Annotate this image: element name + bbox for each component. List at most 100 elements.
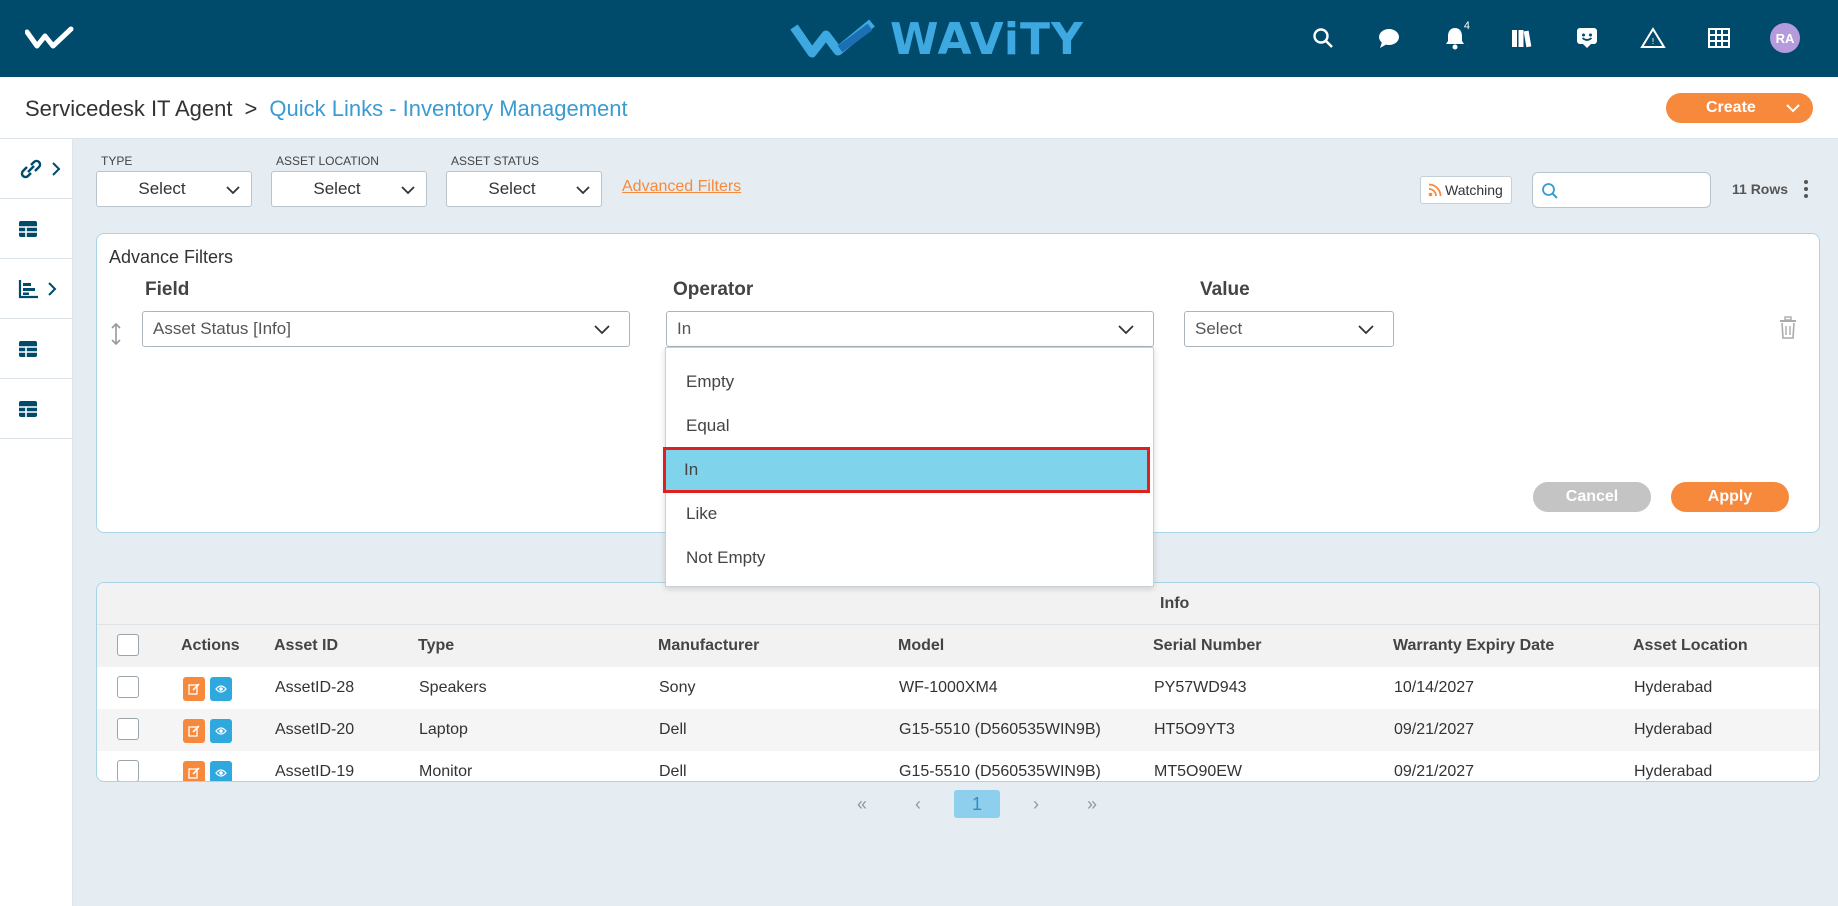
column-header-warranty-expiry[interactable]: Warranty Expiry Date: [1393, 637, 1554, 655]
more-options-icon[interactable]: [1803, 178, 1809, 200]
operator-select-value: In: [677, 319, 692, 338]
svg-text:!: !: [1651, 37, 1654, 46]
feedback-icon[interactable]: [1554, 18, 1620, 58]
row-checkbox[interactable]: [117, 760, 139, 781]
row-checkbox[interactable]: [117, 718, 139, 740]
info-group-label: Info: [1160, 595, 1190, 612]
create-button-label: Create: [1706, 99, 1756, 116]
previous-page-button[interactable]: ‹: [890, 790, 946, 818]
operator-header: Operator: [673, 279, 754, 300]
next-page-button[interactable]: ›: [1008, 790, 1064, 818]
column-header-asset-id[interactable]: Asset ID: [274, 637, 338, 655]
operator-select[interactable]: In: [666, 311, 1154, 347]
sidebar-item-quick-links[interactable]: [0, 139, 72, 199]
chat-icon[interactable]: [1356, 18, 1422, 58]
status-filter-select[interactable]: Select: [446, 171, 602, 207]
breadcrumb-root[interactable]: Servicedesk IT Agent: [25, 96, 233, 122]
cell-model: G15-5510 (D560535WIN9B): [899, 763, 1101, 780]
edit-button[interactable]: [183, 719, 205, 743]
library-icon[interactable]: [1488, 18, 1554, 58]
notification-badge: 4: [1463, 20, 1470, 32]
cell-asset-id: AssetID-19: [275, 763, 355, 780]
chevron-down-icon: [594, 325, 610, 335]
table-group-header: Info: [97, 583, 1819, 625]
operator-option-equal[interactable]: Equal: [666, 404, 1153, 448]
breadcrumb-current[interactable]: Quick Links - Inventory Management: [269, 96, 627, 122]
cell-warranty-expiry: 09/21/2027: [1394, 721, 1475, 738]
trash-icon[interactable]: [1778, 316, 1798, 340]
left-sidebar: [0, 139, 73, 906]
rss-icon: [1428, 183, 1442, 197]
avatar: RA: [1770, 23, 1800, 53]
operator-option-not-empty[interactable]: Not Empty: [666, 536, 1153, 580]
column-header-type[interactable]: Type: [418, 637, 454, 655]
edit-icon: [188, 683, 200, 695]
column-header-serial-number[interactable]: Serial Number: [1153, 637, 1261, 655]
apply-button[interactable]: Apply: [1671, 482, 1789, 512]
create-button[interactable]: Create: [1666, 93, 1813, 123]
search-input[interactable]: [1563, 177, 1703, 203]
drag-handle-icon[interactable]: [109, 322, 123, 346]
wavity-logo-icon[interactable]: [25, 26, 77, 50]
alert-icon[interactable]: !: [1620, 18, 1686, 58]
sidebar-item-table-3[interactable]: [0, 379, 72, 439]
top-icons: 4 ! RA: [1290, 18, 1818, 58]
cell-model: WF-1000XM4: [899, 679, 998, 696]
sidebar-item-table-2[interactable]: [0, 319, 72, 379]
chevron-down-icon: [226, 186, 240, 195]
row-checkbox[interactable]: [117, 676, 139, 698]
operator-option-empty[interactable]: Empty: [666, 360, 1153, 404]
brand-mark-icon: [790, 19, 875, 58]
edit-button[interactable]: [183, 677, 205, 701]
column-header-asset-location[interactable]: Asset Location: [1633, 637, 1748, 655]
type-filter-select[interactable]: Select: [96, 171, 252, 207]
view-button[interactable]: [210, 677, 232, 701]
operator-option-like[interactable]: Like: [666, 492, 1153, 536]
edit-icon: [188, 767, 200, 779]
search-icon: [1542, 183, 1558, 199]
user-avatar[interactable]: RA: [1752, 18, 1818, 58]
cell-asset-location: Hyderabad: [1634, 679, 1713, 696]
sidebar-item-table-1[interactable]: [0, 199, 72, 259]
cancel-button[interactable]: Cancel: [1533, 482, 1651, 512]
cell-manufacturer: Dell: [659, 763, 687, 780]
location-filter-value: Select: [313, 179, 361, 198]
operator-option-in[interactable]: In: [663, 447, 1150, 493]
current-page[interactable]: 1: [954, 790, 1000, 818]
field-header: Field: [145, 279, 190, 300]
sidebar-item-reports[interactable]: [0, 259, 72, 319]
bar-chart-icon: [18, 279, 38, 298]
value-select-value: Select: [1195, 319, 1243, 338]
column-header-actions: Actions: [181, 637, 240, 654]
cell-serial-number: MT5O90EW: [1154, 763, 1243, 780]
chevron-down-icon[interactable]: [1785, 100, 1801, 116]
watching-button[interactable]: Watching: [1420, 176, 1512, 204]
table-row: AssetID-20 Laptop Dell G15-5510 (D560535…: [97, 709, 1819, 751]
eye-icon: [215, 769, 227, 777]
last-page-button[interactable]: »: [1064, 790, 1120, 818]
view-button[interactable]: [210, 761, 232, 781]
grid-icon[interactable]: [1686, 18, 1752, 58]
first-page-button[interactable]: «: [834, 790, 890, 818]
advanced-filters-link[interactable]: Advanced Filters: [622, 178, 741, 196]
table-icon: [19, 400, 37, 417]
select-all-checkbox[interactable]: [117, 634, 139, 656]
value-select[interactable]: Select: [1184, 311, 1394, 347]
eye-icon: [215, 727, 227, 735]
brand-logo: WAViTY: [790, 14, 1084, 65]
advance-filters-title: Advance Filters: [109, 247, 234, 267]
bell-icon[interactable]: 4: [1422, 18, 1488, 58]
field-select[interactable]: Asset Status [Info]: [142, 311, 630, 347]
column-header-manufacturer[interactable]: Manufacturer: [658, 637, 759, 655]
search-icon[interactable]: [1290, 18, 1356, 58]
location-filter-select[interactable]: Select: [271, 171, 427, 207]
type-filter-value: Select: [138, 179, 186, 198]
edit-button[interactable]: [183, 761, 205, 781]
cell-type: Monitor: [419, 763, 473, 780]
field-select-value: Asset Status [Info]: [153, 319, 291, 338]
column-header-model[interactable]: Model: [898, 637, 944, 655]
view-button[interactable]: [210, 719, 232, 743]
rows-count: 11 Rows: [1732, 181, 1789, 197]
assets-table: Info Actions Asset ID Type Manufacturer …: [96, 582, 1820, 782]
table-icon: [19, 220, 37, 237]
